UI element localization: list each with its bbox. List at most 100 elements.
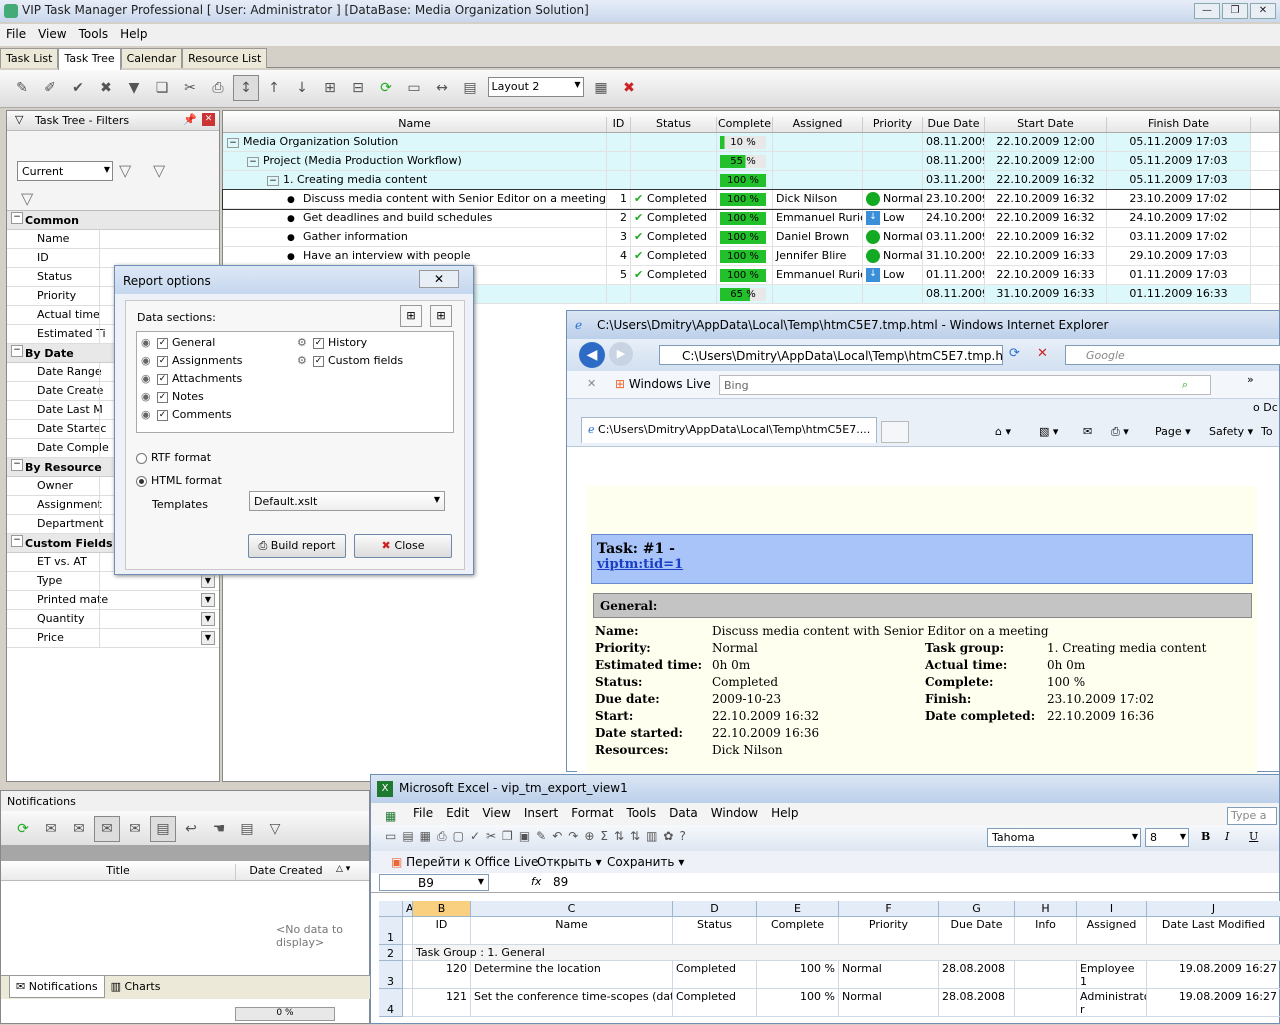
underline-button[interactable]: U	[1249, 830, 1258, 843]
refresh-icon[interactable]: ⟳	[1009, 346, 1020, 361]
expand-toggle-icon[interactable]: −	[227, 138, 239, 148]
build-report-button[interactable]: ⎙ Build report	[248, 534, 346, 558]
cell[interactable]: Normal	[839, 989, 939, 1017]
apply-filter-icon[interactable]: ▽	[119, 161, 131, 180]
section-option[interactable]: ◉ ✓ Comments	[141, 406, 243, 424]
column-header[interactable]: E	[757, 901, 839, 917]
italic-button[interactable]: I	[1225, 830, 1229, 843]
safety-menu[interactable]: Safety ▾	[1209, 425, 1253, 438]
filter-row[interactable]: Name	[7, 230, 219, 249]
clear-filter-icon[interactable]: ▽	[21, 189, 33, 208]
col-id[interactable]: ID	[607, 117, 631, 132]
formula-value[interactable]: 89	[553, 875, 568, 889]
mail-icon[interactable]: ✉	[66, 816, 92, 842]
header-cell[interactable]: Date Last Modified	[1147, 917, 1280, 945]
cell[interactable]: 28.08.2008	[939, 961, 1015, 989]
close-panel-icon[interactable]: ✕	[202, 113, 215, 126]
filter-preset-select[interactable]: Current ▼	[17, 161, 113, 181]
move-up-icon[interactable]: ↑	[261, 75, 287, 101]
filter-row[interactable]: Quantity ▼	[7, 610, 219, 629]
menu-file[interactable]: File	[0, 24, 32, 44]
stop-icon[interactable]: ✕	[1037, 346, 1048, 361]
col-title[interactable]: Title	[1, 864, 236, 880]
column-header[interactable]: D	[673, 901, 757, 917]
excel-menu-item[interactable]: Data	[669, 806, 698, 820]
tab-calendar[interactable]: Calendar	[120, 48, 183, 68]
cell[interactable]: 121	[413, 989, 471, 1017]
complete-task-icon[interactable]: ✔	[65, 75, 91, 101]
rtf-option[interactable]: RTF format	[136, 451, 211, 464]
windows-live-button[interactable]: ⊞ Windows Live	[615, 377, 711, 391]
col-finish[interactable]: Finish Date	[1107, 117, 1251, 132]
cell[interactable]: Determine the location	[471, 961, 673, 989]
tree-view-icon[interactable]: ⊞	[317, 75, 343, 101]
tree-row[interactable]: ● Have an interview with people 4 ✔ Complet…	[223, 247, 1279, 266]
bold-button[interactable]: B	[1201, 830, 1210, 843]
cell[interactable]: 120	[413, 961, 471, 989]
section-checkbox[interactable]: ✓	[313, 337, 324, 349]
col-assigned[interactable]: Assigned	[773, 117, 863, 132]
column-header[interactable]: J	[1147, 901, 1280, 917]
tab-task-tree[interactable]: Task Tree	[58, 48, 121, 70]
menu-tools[interactable]: Tools	[73, 24, 115, 44]
header-cell[interactable]: Priority	[839, 917, 939, 945]
section-checkbox[interactable]: ✓	[157, 337, 168, 349]
cell[interactable]: 28.08.2008	[939, 989, 1015, 1017]
bing-input[interactable]: Bing ⌕	[719, 375, 1211, 395]
feeds-icon[interactable]: ▧ ▾	[1039, 425, 1058, 438]
refresh-icon[interactable]: ⟳	[10, 816, 36, 842]
notes-icon[interactable]: ▤	[150, 816, 176, 842]
section-option[interactable]: ⚙ ✓ Custom fields	[297, 352, 403, 370]
section-option[interactable]: ◉ ✓ Assignments	[141, 352, 243, 370]
cell[interactable]: 19.08.2009 16:27	[1147, 961, 1280, 989]
open-icon[interactable]: ▭	[401, 75, 427, 101]
cut-icon[interactable]: ✂	[177, 75, 203, 101]
header-cell[interactable]: Complete	[757, 917, 839, 945]
section-checkbox[interactable]: ✓	[313, 355, 324, 367]
close-button[interactable]: ✕	[1250, 3, 1276, 19]
excel-menu-item[interactable]: File	[413, 806, 433, 820]
expand-icon[interactable]: ↕	[233, 75, 259, 101]
section-option[interactable]: ◉ ✓ Attachments	[141, 370, 243, 388]
mail-open-icon[interactable]: ✉	[38, 816, 64, 842]
menu-help[interactable]: Help	[114, 24, 153, 44]
expand-toggle-icon[interactable]: −	[247, 157, 259, 167]
row-header[interactable]: 4	[379, 989, 403, 1017]
tree-row[interactable]: −1. Creating media content 100 % 03.11.200…	[223, 171, 1279, 190]
column-header[interactable]: A	[403, 901, 413, 917]
edit-filter-icon[interactable]: ▽	[153, 161, 165, 180]
hand-icon[interactable]: ☚	[206, 816, 232, 842]
cell[interactable]: 100 %	[757, 961, 839, 989]
chevron-down-icon[interactable]: ▼	[201, 574, 215, 588]
mail-icon[interactable]: ✉	[1083, 425, 1092, 438]
task-link[interactable]: viptm:tid=1	[597, 557, 1247, 572]
col-complete[interactable]: Complete	[717, 117, 773, 132]
row-header[interactable]: 1	[379, 917, 403, 945]
columns-icon[interactable]: ▤	[457, 75, 483, 101]
header-cell[interactable]: Assigned	[1077, 917, 1147, 945]
home-icon[interactable]: ⌂ ▾	[995, 425, 1011, 438]
section-option[interactable]: ⚙ ✓ History	[297, 334, 403, 352]
section-checkbox[interactable]: ✓	[157, 373, 168, 385]
filter-group[interactable]: Common	[7, 211, 219, 230]
search-icon[interactable]: ⌕	[1182, 378, 1188, 392]
font-size-select[interactable]: 8 ▼	[1145, 828, 1189, 847]
open-button[interactable]: Открыть ▾	[537, 855, 602, 869]
forward-icon[interactable]: ▶	[609, 342, 633, 366]
tree-row[interactable]: ● Get deadlines and build schedules 2 ✔ Com…	[223, 209, 1279, 228]
copy-icon[interactable]: ❏	[149, 75, 175, 101]
cell[interactable]: Completed	[673, 989, 757, 1017]
delete-layout-icon[interactable]: ✖	[616, 75, 642, 101]
page-menu[interactable]: Page ▾	[1155, 425, 1191, 438]
section-checkbox[interactable]: ✓	[157, 409, 168, 421]
excel-menu-item[interactable]: Insert	[524, 806, 558, 820]
column-header[interactable]: F	[839, 901, 939, 917]
filter-row[interactable]: Price ▼	[7, 629, 219, 648]
uncheck-all-icon[interactable]: ⊞	[430, 305, 452, 327]
section-checkbox[interactable]: ✓	[157, 355, 168, 367]
chevron-down-icon[interactable]: ▼	[201, 612, 215, 626]
chevron-down-icon[interactable]: ▼	[201, 631, 215, 645]
header-cell[interactable]: Status	[673, 917, 757, 945]
refresh-icon[interactable]: ⟳	[373, 75, 399, 101]
cell[interactable]: 100 %	[757, 989, 839, 1017]
